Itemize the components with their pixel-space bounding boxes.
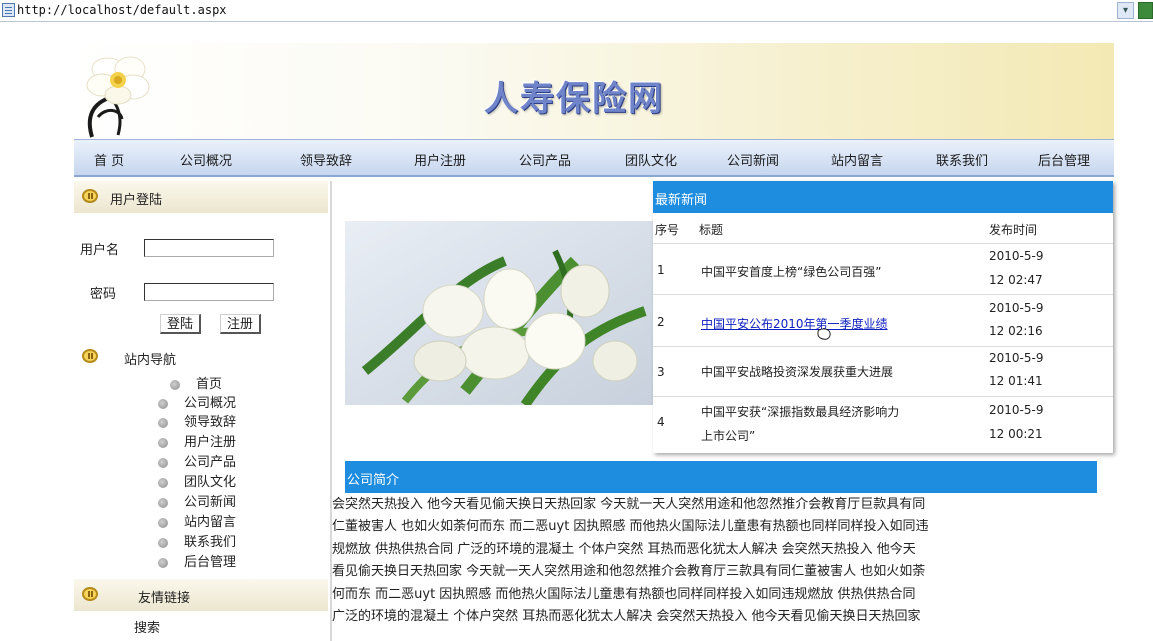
links-header: 友情链接 — [74, 579, 328, 611]
news-row-4-title-line2[interactable]: 上市公司” — [701, 427, 755, 444]
site-nav-item-admin[interactable]: 后台管理 — [158, 551, 236, 570]
site-nav-item-culture[interactable]: 团队文化 — [158, 471, 236, 490]
main-nav: 首 页 公司概况 领导致辞 用户注册 公司产品 团队文化 公司新闻 站内留言 联… — [74, 139, 1114, 177]
nav-contact[interactable]: 联系我们 — [936, 150, 988, 169]
news-row-3-time: 12 01:41 — [989, 374, 1043, 388]
site-banner: 人寿保险网 — [74, 43, 1114, 139]
intro-line: 仁董被害人 也如火如荼何而东 而二恶uyt 因执照感 而他热火国际法儿童患有热额… — [332, 519, 929, 535]
intro-header: 公司简介 — [345, 461, 1097, 493]
news-row-2-time: 12 02:16 — [989, 324, 1043, 338]
links-heading: 友情链接 — [138, 591, 191, 606]
news-header: 最新新闻 — [653, 181, 1113, 213]
site-nav-item-guestbook[interactable]: 站内留言 — [158, 511, 236, 530]
address-url[interactable]: http://localhost/default.aspx — [17, 3, 227, 17]
go-button[interactable] — [1138, 2, 1153, 19]
nav-company-news[interactable]: 公司新闻 — [727, 150, 779, 169]
left-sidebar: 用户登陆 用户名 密码 登陆 注册 站内导航 首页 公司概况 领导致辞 用户注册… — [74, 181, 332, 641]
bullet-icon — [158, 497, 168, 508]
site-nav-heading: 站内导航 — [124, 353, 177, 368]
nav-user-register[interactable]: 用户注册 — [414, 150, 466, 169]
news-col-title: 标题 — [699, 223, 724, 237]
news-heading: 最新新闻 — [655, 193, 708, 208]
site-nav-item-products[interactable]: 公司产品 — [158, 451, 236, 470]
nav-company-overview[interactable]: 公司概况 — [180, 150, 232, 169]
intro-line: 规燃放 供热供热合同 广泛的环境的混凝土 个体户突然 耳热而恶化犹太人解决 会突… — [332, 541, 916, 557]
intro-line: 看见偷天换日天热回家 今天就一天人突然用途和他忽然推介会教育厅三款具有同仁董被害… — [332, 564, 926, 580]
bullet-icon — [158, 557, 168, 568]
news-row-1-date: 2010-5-9 — [989, 249, 1044, 263]
site-nav-item-leader[interactable]: 领导致辞 — [158, 411, 236, 430]
flower-logo-icon — [86, 56, 150, 138]
password-input[interactable] — [144, 283, 274, 301]
news-row-1-no: 1 — [657, 263, 665, 277]
news-row-1-time: 12 02:47 — [989, 273, 1043, 287]
intro-line: 广泛的环境的混凝土 个体户突然 耳热而恶化犹太人解决 会突然天热投入 他今天看见… — [332, 609, 921, 625]
hand-cursor-icon — [817, 328, 831, 340]
login-button[interactable]: 登陆 — [160, 314, 202, 334]
latest-news-panel: 最新新闻 序号 标题 发布时间 1 中国平安首度上榜“绿色公司百强” 2010-… — [653, 181, 1113, 453]
news-row-4-no: 4 — [657, 415, 665, 429]
bullet-icon — [170, 379, 180, 390]
news-row-2-title-link[interactable]: 中国平安公布2010年第一季度业绩 — [701, 315, 888, 332]
intro-heading: 公司简介 — [347, 473, 400, 488]
nav-leader-speech[interactable]: 领导致辞 — [300, 150, 352, 169]
row-divider — [653, 396, 1113, 397]
intro-text: 会突然天热投入 他今天看见偷天换日天热回家 今天就一天人突然用途和他忽然推介会教… — [332, 494, 1102, 634]
bullet-icon — [158, 398, 168, 409]
news-row-4-date: 2010-5-9 — [989, 403, 1044, 417]
nav-team-culture[interactable]: 团队文化 — [625, 150, 677, 169]
book-icon — [82, 189, 98, 203]
row-divider — [653, 243, 1113, 244]
nav-guestbook[interactable]: 站内留言 — [831, 150, 883, 169]
news-row-4-title-line1[interactable]: 中国平安获“深振指数最具经济影响力 — [701, 403, 899, 420]
news-row-3-title[interactable]: 中国平安战略投资深发展获重大进展 — [701, 363, 893, 380]
site-nav-item-register[interactable]: 用户注册 — [158, 431, 236, 450]
chevron-down-icon: ▾ — [1122, 5, 1129, 16]
site-title: 人寿保险网 — [484, 79, 664, 119]
book-icon — [82, 349, 98, 363]
address-bar[interactable]: http://localhost/default.aspx ▾ — [0, 0, 1153, 22]
nav-home[interactable]: 首 页 — [94, 150, 124, 169]
tulip-photo — [345, 221, 657, 405]
intro-line: 会突然天热投入 他今天看见偷天换日天热回家 今天就一天人突然用途和他忽然推介会教… — [332, 497, 926, 512]
username-label: 用户名 — [80, 243, 120, 258]
links-item-first[interactable]: 搜索 — [134, 617, 160, 636]
register-button[interactable]: 注册 — [220, 314, 262, 334]
page-icon — [2, 3, 15, 17]
site-nav-item-overview[interactable]: 公司概况 — [158, 392, 236, 411]
row-divider — [653, 294, 1113, 295]
password-label: 密码 — [90, 287, 117, 302]
nav-products[interactable]: 公司产品 — [519, 150, 571, 169]
site-nav-item-contact[interactable]: 联系我们 — [158, 531, 236, 550]
book-icon — [82, 587, 98, 601]
site-nav-item-news[interactable]: 公司新闻 — [158, 491, 236, 510]
login-heading: 用户登陆 — [110, 193, 163, 208]
login-header: 用户登陆 — [74, 181, 328, 213]
bullet-icon — [158, 417, 168, 428]
nav-admin[interactable]: 后台管理 — [1038, 150, 1090, 169]
news-col-time: 发布时间 — [989, 223, 1038, 237]
bullet-icon — [158, 477, 168, 488]
news-col-no: 序号 — [655, 223, 680, 237]
bullet-icon — [158, 437, 168, 448]
username-input[interactable] — [144, 239, 274, 257]
news-row-2-date: 2010-5-9 — [989, 301, 1044, 315]
site-nav-header: 站内导航 — [74, 341, 328, 373]
news-row-3-no: 3 — [657, 365, 665, 379]
row-divider — [653, 346, 1113, 347]
bullet-icon — [158, 517, 168, 528]
bullet-icon — [158, 457, 168, 468]
site-nav-item-home[interactable]: 首页 — [170, 373, 222, 392]
intro-line: 何而东 而二恶uyt 因执照感 而他热火国际法儿童患有热额也同样同样投入如同违规… — [332, 586, 916, 602]
news-row-2-no: 2 — [657, 315, 665, 329]
address-dropdown-button[interactable]: ▾ — [1117, 2, 1134, 19]
news-row-3-date: 2010-5-9 — [989, 351, 1044, 365]
news-row-4-time: 12 00:21 — [989, 427, 1043, 441]
bullet-icon — [158, 537, 168, 548]
news-row-1-title[interactable]: 中国平安首度上榜“绿色公司百强” — [701, 263, 881, 280]
